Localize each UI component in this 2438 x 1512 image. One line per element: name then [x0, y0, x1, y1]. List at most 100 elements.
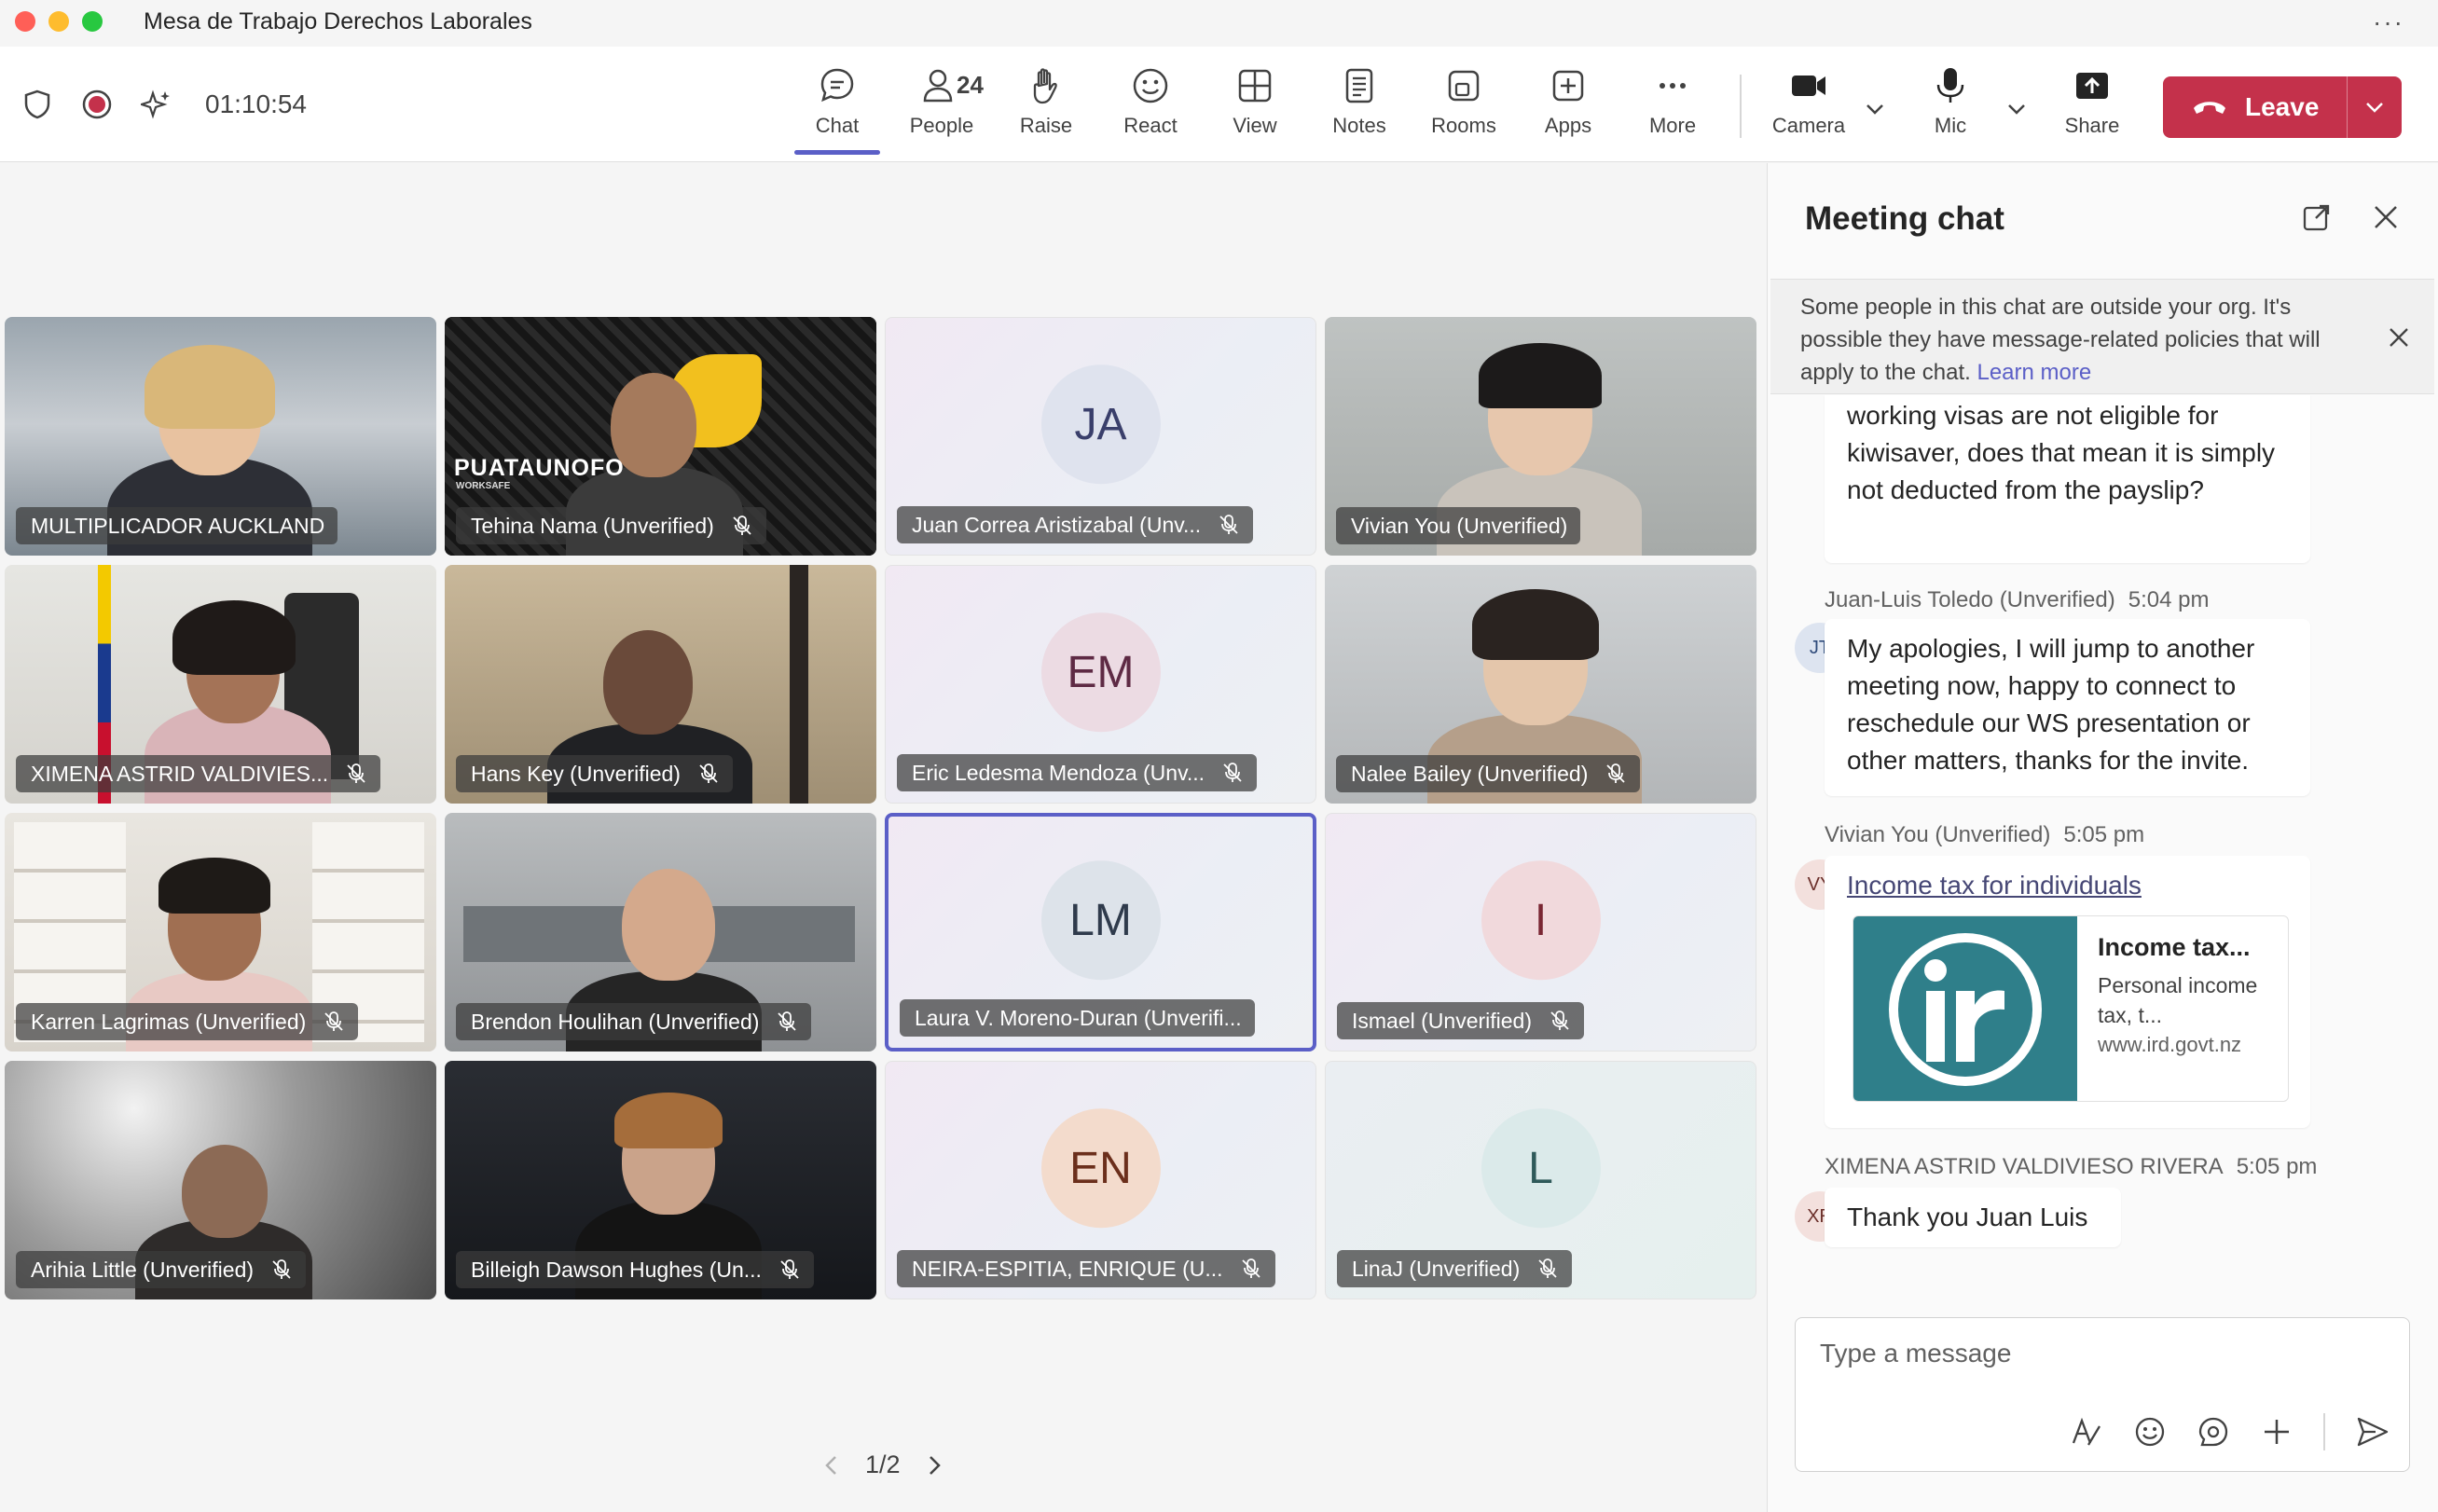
view-button[interactable]: View — [1208, 65, 1302, 149]
ird-logo-thumbnail — [1853, 916, 2077, 1101]
camera-icon — [1792, 76, 1825, 96]
share-icon — [2076, 73, 2108, 99]
participant-tile[interactable]: Arihia Little (Unverified) — [5, 1061, 436, 1299]
close-icon[interactable] — [2371, 202, 2401, 232]
message-author: Juan-Luis Toledo (Unverified) — [1825, 587, 2115, 612]
mic-muted-icon — [1550, 1010, 1569, 1030]
leave-button[interactable]: Leave — [2163, 76, 2402, 138]
camera-options-chevron-icon[interactable] — [1861, 95, 1889, 123]
message-compose-box[interactable]: Type a message — [1795, 1317, 2410, 1472]
chat-panel-title: Meeting chat — [1805, 200, 2004, 237]
external-org-notice: Some people in this chat are outside you… — [1770, 279, 2434, 394]
pop-out-icon[interactable] — [2302, 202, 2332, 232]
participant-tile[interactable]: XIMENA ASTRID VALDIVIES... — [5, 565, 436, 804]
message-time: 5:05 pm — [2236, 1154, 2318, 1179]
plus-icon[interactable] — [2260, 1415, 2293, 1449]
camera-label: Camera — [1771, 114, 1846, 137]
rooms-button[interactable]: Rooms — [1417, 65, 1510, 149]
participant-name-tag: Vivian You (Unverified) — [1336, 507, 1581, 544]
raise-label: Raise — [1019, 114, 1073, 137]
participant-name: Hans Key (Unverified) — [471, 761, 681, 786]
participant-tile[interactable]: EM Eric Ledesma Mendoza (Unv... — [885, 565, 1316, 804]
gallery-pager: 1/2 — [820, 1450, 945, 1479]
mic-muted-icon — [324, 1011, 343, 1031]
people-count: 24 — [957, 71, 984, 99]
react-button[interactable]: React — [1104, 65, 1197, 149]
shield-icon[interactable] — [21, 88, 54, 121]
compose-placeholder[interactable]: Type a message — [1820, 1339, 2011, 1368]
message-time: 5:05 pm — [2063, 822, 2145, 847]
minimize-window-button[interactable] — [48, 11, 69, 32]
meeting-timer: 01:10:54 — [205, 89, 307, 118]
participant-tile-active-speaker[interactable]: LM Laura V. Moreno-Duran (Unverifi... — [885, 813, 1316, 1052]
mic-muted-icon — [347, 763, 365, 783]
react-label: React — [1123, 114, 1178, 137]
link-preview-card[interactable]: Income tax... Personal income tax, t... … — [1853, 915, 2289, 1102]
camera-button[interactable]: Camera — [1762, 65, 1855, 149]
participant-avatar: I — [1481, 860, 1601, 981]
zoom-window-button[interactable] — [82, 11, 103, 32]
send-icon[interactable] — [2355, 1415, 2390, 1449]
mic-muted-icon — [1606, 763, 1626, 783]
message-link[interactable]: Income tax for individuals — [1847, 871, 2142, 900]
apps-button[interactable]: Apps — [1522, 65, 1615, 149]
chat-button[interactable]: Chat — [791, 65, 884, 155]
participant-tile[interactable]: PUATAUNOFO WORKSAFE Tehina Nama (Unverif… — [445, 317, 876, 556]
sparkle-icon[interactable] — [140, 88, 173, 121]
more-button[interactable]: More — [1626, 65, 1719, 149]
more-label: More — [1648, 114, 1697, 137]
participant-tile[interactable]: Vivian You (Unverified) — [1325, 317, 1756, 556]
participant-name-tag: Arihia Little (Unverified) — [16, 1251, 307, 1288]
message-text: working visas are not eligible for kiwis… — [1847, 401, 2276, 504]
participant-name-tag: XIMENA ASTRID VALDIVIES... — [16, 755, 381, 792]
participant-tile[interactable]: JA Juan Correa Aristizabal (Unv... — [885, 317, 1316, 556]
participant-name-tag: LinaJ (Unverified) — [1337, 1250, 1573, 1287]
learn-more-link[interactable]: Learn more — [1977, 360, 2091, 385]
participant-name-tag: Ismael (Unverified) — [1337, 1002, 1584, 1039]
mic-options-chevron-icon[interactable] — [2003, 95, 2031, 123]
participant-tile[interactable]: L LinaJ (Unverified) — [1325, 1061, 1756, 1299]
raise-hand-button[interactable]: Raise — [999, 65, 1093, 149]
participant-name: Vivian You (Unverified) — [1351, 513, 1568, 538]
participant-avatar: EN — [1040, 1108, 1161, 1229]
share-label: Share — [2064, 114, 2120, 137]
chat-message: Thank you Juan Luis — [1825, 1188, 2121, 1247]
leave-label: Leave — [2245, 92, 2320, 121]
participant-avatar: L — [1481, 1108, 1601, 1229]
participant-tile[interactable]: I Ismael (Unverified) — [1325, 813, 1756, 1052]
notes-button[interactable]: Notes — [1313, 65, 1406, 149]
chat-label: Chat — [815, 114, 860, 137]
recording-icon[interactable] — [80, 88, 114, 121]
dismiss-notice-icon[interactable] — [2386, 324, 2412, 351]
loop-component-icon[interactable] — [2197, 1415, 2230, 1449]
format-text-icon[interactable] — [2070, 1415, 2103, 1449]
participant-name: XIMENA ASTRID VALDIVIES... — [31, 761, 329, 786]
chevron-right-icon[interactable] — [923, 1452, 945, 1478]
mic-button[interactable]: Mic — [1904, 65, 1997, 149]
message-meta: XIMENA ASTRID VALDIVIESO RIVERA 5:05 pm — [1825, 1154, 2317, 1180]
participant-tile[interactable]: Billeigh Dawson Hughes (Un... — [445, 1061, 876, 1299]
share-button[interactable]: Share — [2045, 65, 2139, 149]
participant-tile[interactable]: Karren Lagrimas (Unverified) — [5, 813, 436, 1052]
chat-message: working visas are not eligible for kiwis… — [1825, 395, 2310, 563]
participant-tile[interactable]: Hans Key (Unverified) — [445, 565, 876, 804]
message-time: 5:04 pm — [2128, 587, 2210, 612]
participant-name: MULTIPLICADOR AUCKLAND — [31, 513, 325, 538]
chevron-left-icon[interactable] — [820, 1452, 843, 1478]
participant-name: Tehina Nama (Unverified) — [471, 513, 714, 538]
participant-tile[interactable]: Brendon Houlihan (Unverified) — [445, 813, 876, 1052]
participant-name: Arihia Little (Unverified) — [31, 1257, 255, 1282]
participant-tile[interactable]: EN NEIRA-ESPITIA, ENRIQUE (U... — [885, 1061, 1316, 1299]
participant-name-tag: Brendon Houlihan (Unverified) — [456, 1003, 812, 1040]
rooms-label: Rooms — [1431, 114, 1496, 137]
participant-tile[interactable]: Nalee Bailey (Unverified) — [1325, 565, 1756, 804]
participant-tile[interactable]: MULTIPLICADOR AUCKLAND — [5, 317, 436, 556]
emoji-icon[interactable] — [2133, 1415, 2167, 1449]
close-window-button[interactable] — [15, 11, 35, 32]
more-options-icon[interactable]: ··· — [2373, 7, 2404, 37]
notes-icon — [1345, 68, 1373, 103]
participant-name: Laura V. Moreno-Duran (Unverifi... — [915, 1005, 1242, 1030]
leave-options-chevron-icon[interactable] — [2348, 93, 2402, 121]
people-button[interactable]: 24 People — [895, 65, 988, 149]
participant-name-tag: Nalee Bailey (Unverified) — [1336, 755, 1641, 792]
